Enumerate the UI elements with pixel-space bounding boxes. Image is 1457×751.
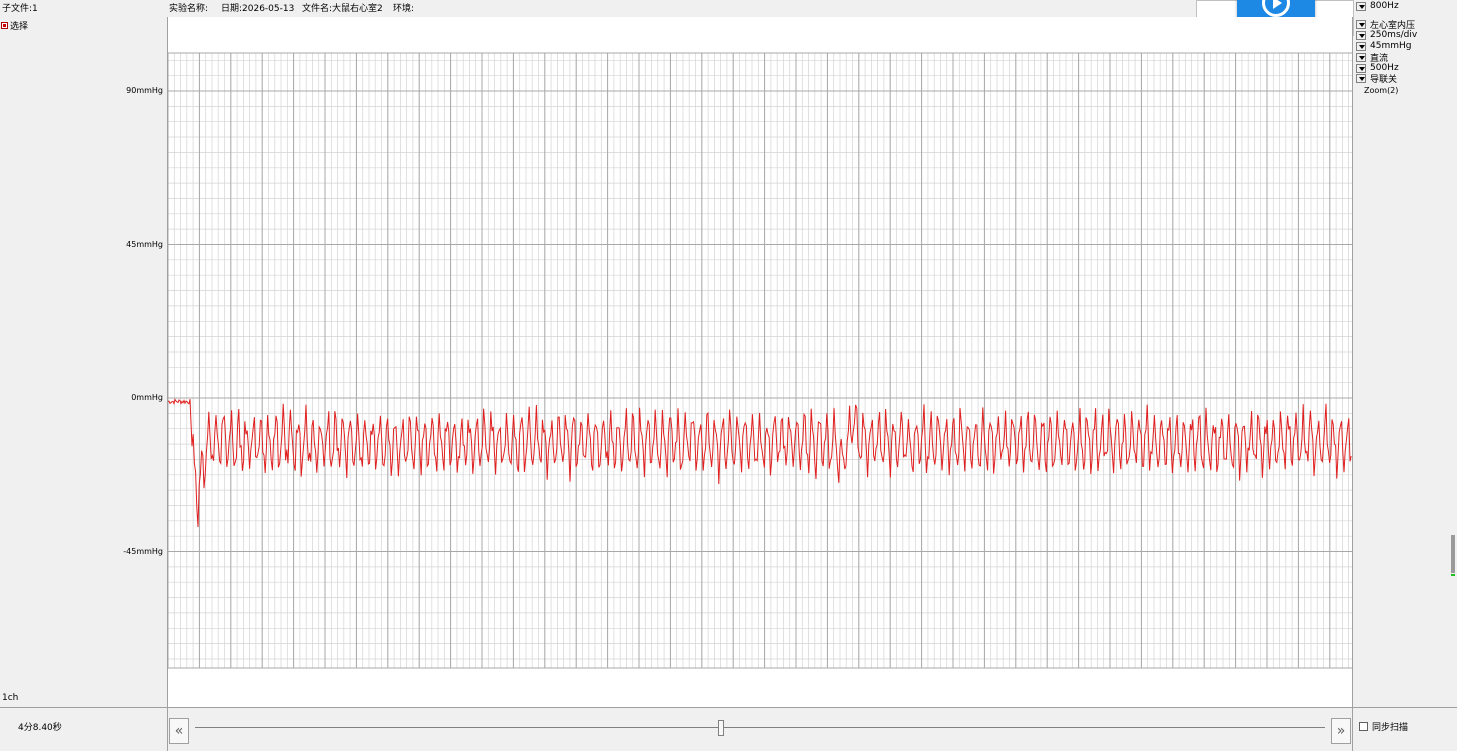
checkbox-icon[interactable] xyxy=(1,22,8,29)
select-control[interactable]: 选择 xyxy=(1,19,28,32)
subfile-label: 子文件:1 xyxy=(2,4,38,14)
time-scrollbar[interactable]: « » xyxy=(167,708,1353,751)
y-tick-45: 45mmHg xyxy=(126,240,163,249)
chevron-down-icon[interactable] xyxy=(1356,73,1366,83)
chevron-down-icon[interactable] xyxy=(1356,30,1366,40)
chevron-down-icon[interactable] xyxy=(1356,19,1366,29)
chevron-down-icon[interactable] xyxy=(1356,1,1366,11)
waveform-plot[interactable] xyxy=(167,17,1353,707)
scroll-thumb[interactable] xyxy=(718,720,724,736)
chevron-down-icon[interactable] xyxy=(1356,41,1366,51)
lead-dropdown[interactable]: 导联关 xyxy=(1356,73,1397,85)
channel-label: 1ch xyxy=(2,693,19,703)
amplitude-dropdown[interactable]: 45mmHg xyxy=(1356,41,1411,51)
scroll-track[interactable] xyxy=(195,727,1325,728)
channel-settings-panel: 800Hz 左心室内压 250ms/div 45mmHg 直流 500Hz 导联… xyxy=(1354,1,1457,707)
vertical-scrollbar-thumb[interactable] xyxy=(1451,535,1455,573)
coupling-dropdown[interactable]: 直流 xyxy=(1356,52,1388,64)
time-readout: 4分8.40秒 xyxy=(18,723,62,733)
experiment-name-label: 实验名称: xyxy=(169,4,209,14)
select-label: 选择 xyxy=(10,22,29,32)
filter-dropdown-top[interactable]: 800Hz xyxy=(1356,1,1399,11)
chevron-down-icon[interactable] xyxy=(1356,52,1366,62)
time-scale-dropdown[interactable]: 250ms/div xyxy=(1356,30,1417,40)
chevron-down-icon[interactable] xyxy=(1356,63,1366,73)
date-label: 日期:2026-05-13 xyxy=(221,4,295,14)
scroll-right-icon[interactable]: » xyxy=(1331,718,1351,744)
signal-type-dropdown[interactable]: 左心室内压 xyxy=(1356,19,1415,31)
y-tick-0: 0mmHg xyxy=(131,393,163,402)
environment-label: 环境: xyxy=(393,4,415,14)
zoom-label[interactable]: Zoom(2) xyxy=(1364,86,1398,95)
sync-scan-label: 同步扫描 xyxy=(1372,723,1409,733)
y-tick-minus-45: -45mmHg xyxy=(123,547,163,556)
y-tick-90: 90mmHg xyxy=(126,86,163,95)
sync-scan-checkbox[interactable]: 同步扫描 xyxy=(1359,720,1408,733)
pressure-trace-line xyxy=(168,398,1352,528)
checkbox-icon[interactable] xyxy=(1359,722,1368,731)
waveform-chart[interactable] xyxy=(168,17,1352,707)
bottom-bar: 4分8.40秒 « » 同步扫描 xyxy=(0,707,1457,751)
channel-left-panel: 选择 90mmHg 45mmHg 0mmHg -45mmHg 1ch xyxy=(0,17,167,707)
scroll-left-icon[interactable]: « xyxy=(169,718,189,744)
filename-label: 文件名:大鼠右心室2 xyxy=(302,4,383,14)
signal-indicator xyxy=(1451,574,1455,576)
